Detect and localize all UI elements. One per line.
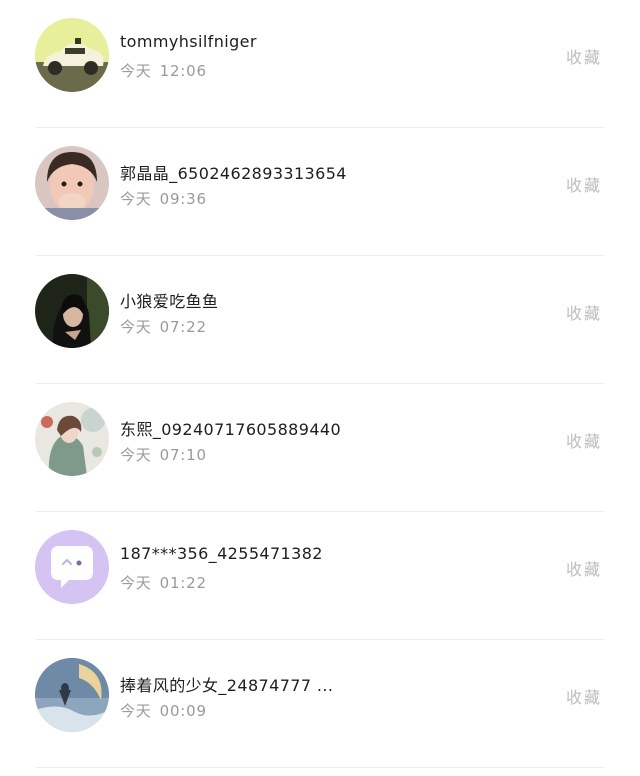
favorite-button[interactable]: 收藏 <box>566 684 602 708</box>
timestamp: 今天 01:22 <box>120 572 207 593</box>
time-label: 09:36 <box>159 190 207 208</box>
username[interactable]: 郭晶晶_6502462893313654 <box>120 160 347 184</box>
timestamp: 今天 12:06 <box>120 60 207 81</box>
day-label: 今天 <box>120 318 152 336</box>
timestamp: 今天 09:36 <box>120 188 207 209</box>
timestamp: 今天 07:22 <box>120 316 207 337</box>
dark-portrait-avatar[interactable] <box>35 274 109 348</box>
list-item[interactable]: 小狼爱吃鱼鱼 今天 07:22 收藏 <box>0 256 640 384</box>
moon-scene-avatar[interactable] <box>35 658 109 732</box>
illustration-avatar[interactable] <box>35 402 109 476</box>
chat-bubble-avatar[interactable] <box>35 530 109 604</box>
time-label: 07:22 <box>159 318 207 336</box>
username[interactable]: 东熙_09240717605889440 <box>120 416 341 440</box>
list-item[interactable]: 郭晶晶_6502462893313654 今天 09:36 收藏 <box>0 128 640 256</box>
favorite-button[interactable]: 收藏 <box>566 44 602 68</box>
favorite-button[interactable]: 收藏 <box>566 428 602 452</box>
time-label: 12:06 <box>159 62 207 80</box>
child-face-avatar[interactable] <box>35 146 109 220</box>
toy-car-avatar[interactable] <box>35 18 109 92</box>
time-label: 00:09 <box>159 702 207 720</box>
day-label: 今天 <box>120 702 152 720</box>
favorite-button[interactable]: 收藏 <box>566 172 602 196</box>
list-item[interactable]: 捧着风的少女_24874777 ... 今天 00:09 收藏 <box>0 640 640 768</box>
username[interactable]: 187***356_4255471382 <box>120 544 323 563</box>
day-label: 今天 <box>120 574 152 592</box>
username[interactable]: 小狼爱吃鱼鱼 <box>120 288 218 312</box>
username[interactable]: 捧着风的少女_24874777 ... <box>120 672 333 696</box>
timestamp: 今天 00:09 <box>120 700 207 721</box>
list-item[interactable]: 187***356_4255471382 今天 01:22 收藏 <box>0 512 640 640</box>
time-label: 07:10 <box>159 446 207 464</box>
favorite-button[interactable]: 收藏 <box>566 300 602 324</box>
user-list: tommyhsilfniger 今天 12:06 收藏 郭晶晶_650246289… <box>0 0 640 776</box>
day-label: 今天 <box>120 190 152 208</box>
day-label: 今天 <box>120 446 152 464</box>
time-label: 01:22 <box>159 574 207 592</box>
list-item[interactable]: tommyhsilfniger 今天 12:06 收藏 <box>0 0 640 128</box>
day-label: 今天 <box>120 62 152 80</box>
list-item[interactable]: 东熙_09240717605889440 今天 07:10 收藏 <box>0 384 640 512</box>
username[interactable]: tommyhsilfniger <box>120 32 257 51</box>
timestamp: 今天 07:10 <box>120 444 207 465</box>
favorite-button[interactable]: 收藏 <box>566 556 602 580</box>
